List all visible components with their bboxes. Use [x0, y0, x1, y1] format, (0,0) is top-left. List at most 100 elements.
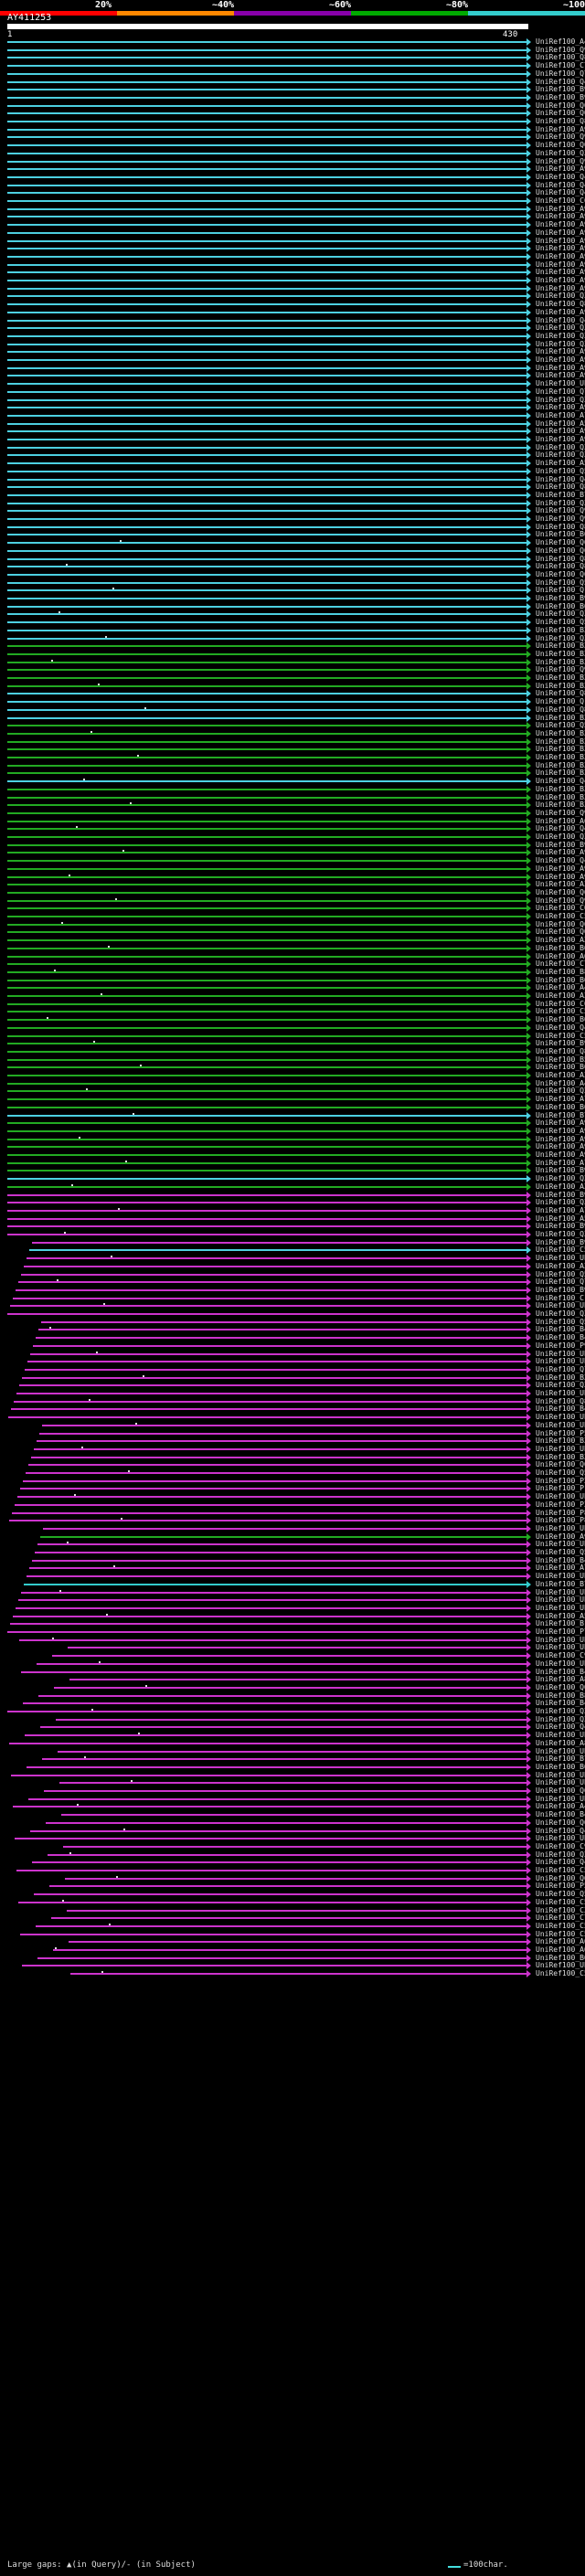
hit-alignment-line[interactable] — [7, 1114, 528, 1117]
hit-label[interactable]: UniRef100_Q30H03 — [536, 324, 585, 332]
hit-alignment-line[interactable] — [7, 239, 528, 242]
hit-alignment-line[interactable] — [7, 136, 528, 139]
hit-label[interactable]: UniRef100_B3VWD0 — [536, 801, 585, 809]
hit-alignment-line[interactable] — [7, 1161, 528, 1164]
hit-label[interactable]: UniRef100_Q59VF7 — [536, 1891, 585, 1898]
hit-label[interactable]: UniRef100_A2EJE3 — [536, 1072, 585, 1079]
hit-alignment-line[interactable] — [7, 1034, 528, 1037]
hit-label[interactable]: UniRef100_UP1000... — [536, 1422, 585, 1429]
hit-alignment-line[interactable] — [7, 1011, 528, 1013]
hit-alignment-line[interactable] — [32, 1559, 528, 1562]
hit-label[interactable]: UniRef100_Q5KI07 — [536, 619, 585, 626]
hit-alignment-line[interactable] — [7, 1058, 528, 1061]
hit-label[interactable]: UniRef100_B6TH27 — [536, 1104, 585, 1111]
hit-alignment-line[interactable] — [28, 1797, 528, 1800]
hit-label[interactable]: UniRef100_UP1000... — [536, 1541, 585, 1548]
hit-alignment-line[interactable] — [16, 1870, 528, 1871]
hit-label[interactable]: UniRef100_Q3LUS2 — [536, 1231, 585, 1238]
hit-alignment-line[interactable] — [49, 1885, 528, 1888]
hit-alignment-line[interactable] — [7, 995, 528, 997]
hit-label[interactable]: UniRef100_C0D139 — [536, 905, 585, 912]
hit-alignment-line[interactable] — [51, 1917, 528, 1920]
hit-label[interactable]: UniRef100_C3ZIE0 — [536, 1907, 585, 1914]
hit-alignment-line[interactable] — [7, 1026, 528, 1029]
hit-label[interactable]: UniRef100_Q9S471 — [536, 507, 585, 514]
hit-alignment-line[interactable] — [7, 1711, 528, 1712]
hit-label[interactable]: UniRef100_Q5F424 — [536, 1549, 585, 1556]
hit-label[interactable]: UniRef100_C5YHM1 — [536, 1246, 585, 1254]
hit-label[interactable]: UniRef100_Q83SF8 — [536, 54, 585, 61]
hit-alignment-line[interactable] — [7, 693, 528, 695]
hit-alignment-line[interactable] — [16, 1393, 528, 1394]
hit-alignment-line[interactable] — [34, 1447, 528, 1450]
hit-alignment-line[interactable] — [10, 1305, 528, 1308]
hit-label[interactable]: UniRef100_UP1000... — [536, 1351, 585, 1358]
hit-label[interactable]: UniRef100_A9HIP9 — [536, 372, 585, 379]
hit-label[interactable]: UniRef100_B1KSL2 — [536, 1620, 585, 1627]
hit-label[interactable]: UniRef100_A9HIH7 — [536, 165, 585, 173]
hit-alignment-line[interactable] — [42, 1758, 528, 1761]
hit-alignment-line[interactable] — [7, 939, 528, 942]
hit-alignment-line[interactable] — [7, 652, 528, 655]
hit-label[interactable]: UniRef100_B4HWL2 — [536, 1334, 585, 1341]
hit-alignment-line[interactable] — [7, 160, 528, 163]
hit-label[interactable]: UniRef100_A9HIR4 — [536, 221, 585, 228]
hit-alignment-line[interactable] — [7, 207, 528, 210]
hit-alignment-line[interactable] — [37, 1956, 528, 1959]
hit-alignment-line[interactable] — [7, 525, 528, 528]
hit-label[interactable]: UniRef100_Q30GZ5 — [536, 333, 585, 340]
hit-label[interactable]: UniRef100_A8Q183 — [536, 1676, 585, 1683]
hit-alignment-line[interactable] — [7, 916, 528, 917]
hit-alignment-line[interactable] — [7, 780, 528, 783]
hit-alignment-line[interactable] — [7, 280, 528, 281]
hit-label[interactable]: UniRef100_Q30H05 — [536, 292, 585, 300]
hit-alignment-line[interactable] — [7, 557, 528, 560]
hit-label[interactable]: UniRef100_Q7ZGD9 — [536, 388, 585, 396]
hit-label[interactable]: UniRef100_UP1000... — [536, 1525, 585, 1532]
hit-label[interactable]: UniRef100_Q8S2G9 — [536, 483, 585, 491]
hit-label[interactable]: UniRef100_UP1000... — [536, 1660, 585, 1668]
hit-label[interactable]: UniRef100_B3VWB9 — [536, 794, 585, 801]
hit-label[interactable]: UniRef100_A9NYQ5 — [536, 865, 585, 873]
hit-alignment-line[interactable] — [7, 359, 528, 361]
hit-label[interactable]: UniRef100_C5GY63 — [536, 1931, 585, 1938]
hit-label[interactable]: UniRef100_B9FH52 — [536, 1287, 585, 1294]
hit-label[interactable]: UniRef100_A6RBN8 — [536, 1946, 585, 1954]
hit-alignment-line[interactable] — [7, 772, 528, 775]
hit-label[interactable]: UniRef100_B3VWD5 — [536, 762, 585, 769]
hit-label[interactable]: UniRef100_A9TCZ9 — [536, 1151, 585, 1159]
hit-alignment-line[interactable] — [15, 1503, 528, 1506]
hit-label[interactable]: UniRef100_Q75K04 — [536, 1278, 585, 1286]
hit-alignment-line[interactable] — [65, 1877, 528, 1880]
hit-label[interactable]: UniRef100_B9H376 — [536, 842, 585, 849]
hit-label[interactable]: UniRef100_Q3B3Y2 — [536, 451, 585, 459]
hit-alignment-line[interactable] — [7, 1043, 528, 1045]
hit-alignment-line[interactable] — [27, 1765, 528, 1768]
hit-alignment-line[interactable] — [13, 1806, 528, 1808]
hit-label[interactable]: UniRef100_Q5BCX1 — [536, 1319, 585, 1326]
hit-label[interactable]: UniRef100_Q6K9B8 — [536, 921, 585, 928]
hit-label[interactable]: UniRef100_Q94S55 — [536, 133, 585, 141]
hit-label[interactable]: UniRef100_B4G7J1 — [536, 1405, 585, 1413]
hit-label[interactable]: UniRef100_UP1000... — [536, 1605, 585, 1612]
hit-label[interactable]: UniRef100_B3VWD7 — [536, 754, 585, 761]
hit-alignment-line[interactable] — [7, 1225, 528, 1228]
hit-alignment-line[interactable] — [7, 175, 528, 178]
hit-label[interactable]: UniRef100_B3K9L6 — [536, 1374, 585, 1382]
hit-label[interactable]: UniRef100_B3VWD8 — [536, 674, 585, 682]
hit-label[interactable]: UniRef100_Q8SDH8 — [536, 706, 585, 714]
hit-label[interactable]: UniRef100_B3VWC4 — [536, 651, 585, 658]
hit-label[interactable]: UniRef100_A7NWE8 — [536, 1207, 585, 1214]
hit-label[interactable]: UniRef100_B6TBW3 — [536, 1016, 585, 1023]
hit-label[interactable]: UniRef100_Q7Q1V3 — [536, 1366, 585, 1373]
hit-label[interactable]: UniRef100_UP1000... — [536, 1414, 585, 1421]
hit-alignment-line[interactable] — [7, 502, 528, 504]
hit-label[interactable]: UniRef100_A9HIR3 — [536, 229, 585, 237]
hit-label[interactable]: UniRef100_B9SIY7 — [536, 595, 585, 602]
hit-alignment-line[interactable] — [7, 319, 528, 322]
hit-alignment-line[interactable] — [7, 1082, 528, 1085]
hit-alignment-line[interactable] — [7, 216, 528, 218]
hit-alignment-line[interactable] — [61, 1814, 528, 1817]
hit-label[interactable]: UniRef100_C9N908 — [536, 1652, 585, 1659]
hit-label[interactable]: UniRef100_Q6L5U6 — [536, 547, 585, 555]
